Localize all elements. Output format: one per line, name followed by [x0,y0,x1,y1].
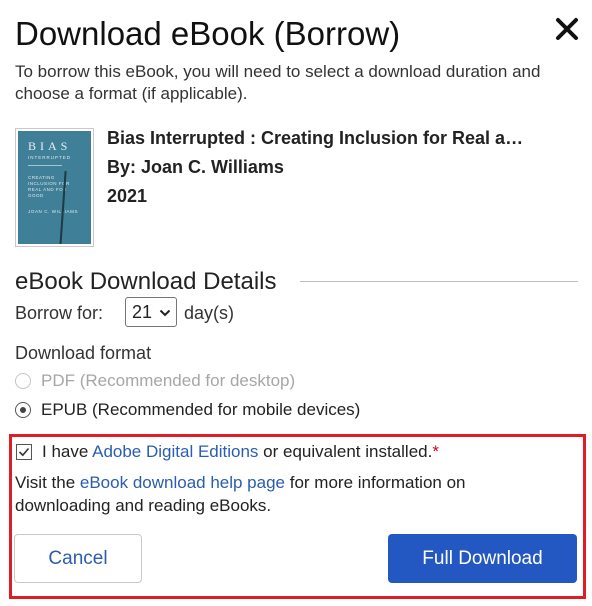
checkbox-checked-icon[interactable] [16,444,32,460]
section-title: eBook Download Details [15,268,277,295]
section-divider [300,281,578,282]
cover-title: BIAS [28,139,72,153]
borrow-duration-value: 21 [132,301,153,322]
cover-tagline: CREATING INCLUSION FOR REAL AND FOR GOOD [28,175,70,198]
adobe-digital-editions-link[interactable]: Adobe Digital Editions [92,442,258,461]
book-year: 2021 [107,186,148,206]
borrow-duration-select[interactable]: 21 [125,297,177,327]
chevron-down-icon [159,309,171,317]
dialog-title: Download eBook (Borrow) [15,15,401,52]
book-title: Bias Interrupted : Creating Inclusion fo… [107,128,524,148]
consent-suffix: or equivalent installed. [258,442,433,461]
days-label: day(s) [184,303,235,323]
format-epub-label: EPUB (Recommended for mobile devices) [41,400,361,419]
required-mark: * [432,442,439,461]
adobe-consent: I have Adobe Digital Editions or equival… [42,441,439,463]
format-pdf-label: PDF (Recommended for desktop) [41,371,296,390]
full-download-button[interactable]: Full Download [388,534,577,583]
close-icon[interactable] [552,14,582,44]
book-author: By: Joan C. Williams [107,157,284,177]
book-cover: BIAS INTERRUPTED CREATING INCLUSION FOR … [15,128,94,247]
consent-prefix: I have [42,442,93,461]
help-prefix: Visit the [15,473,80,492]
ebook-help-link[interactable]: eBook download help page [80,473,285,492]
cover-subtitle: INTERRUPTED [28,155,72,160]
cover-author: JOAN C. WILLIAMS [28,209,79,214]
radio-pdf[interactable] [15,373,31,389]
cancel-button[interactable]: Cancel [14,534,142,583]
borrow-label: Borrow for: [15,303,104,323]
format-option-epub[interactable]: EPUB (Recommended for mobile devices) [15,399,360,421]
format-label: Download format [15,343,152,363]
format-option-pdf[interactable]: PDF (Recommended for desktop) [15,370,295,392]
radio-epub[interactable] [15,402,31,418]
help-text: Visit the eBook download help page for m… [15,471,560,517]
dialog-intro: To borrow this eBook, you will need to s… [15,62,541,103]
